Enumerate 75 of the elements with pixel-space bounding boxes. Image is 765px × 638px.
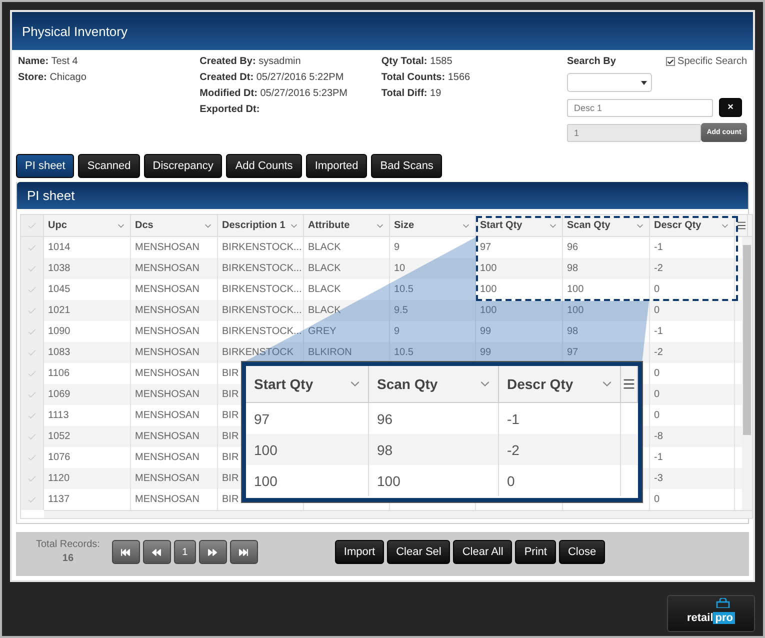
- check-icon[interactable]: [27, 348, 37, 358]
- action-button[interactable]: Print: [515, 540, 556, 564]
- column-header[interactable]: Start Qty: [476, 215, 563, 236]
- info-field: Store: Chicago: [18, 72, 200, 83]
- table-cell: 100: [246, 465, 369, 496]
- info-field: Total Counts: 1566: [381, 72, 564, 83]
- action-button[interactable]: Clear Sel: [387, 540, 450, 564]
- column-menu[interactable]: [735, 215, 748, 236]
- window-title: Physical Inventory: [12, 12, 753, 50]
- tab[interactable]: Imported: [306, 154, 368, 178]
- total-records-value: 16: [62, 552, 74, 566]
- table-cell: 100: [369, 465, 499, 496]
- bag-icon: [716, 598, 730, 608]
- info-field: Name: Test 4: [18, 56, 200, 67]
- checkmark-icon[interactable]: [666, 58, 674, 66]
- previous-page-button[interactable]: [142, 540, 171, 564]
- first-page-button[interactable]: [112, 540, 140, 564]
- check-icon[interactable]: [27, 494, 37, 504]
- panel-title: PI sheet: [17, 182, 748, 209]
- next-page-button[interactable]: [198, 540, 227, 564]
- menu-icon[interactable]: [622, 377, 636, 391]
- logo[interactable]: retail pro: [667, 595, 755, 632]
- tab[interactable]: Add Counts: [226, 154, 302, 178]
- info-field: Total Diff: 19: [381, 88, 564, 99]
- check-icon[interactable]: [27, 306, 37, 316]
- total-records-label: Total Records:: [36, 538, 100, 552]
- info-field: Created Dt: 05/27/2016 5:22PM: [200, 72, 382, 83]
- search-field[interactable]: Desc 1: [567, 98, 714, 116]
- last-page-button[interactable]: [230, 540, 258, 564]
- check-icon[interactable]: [27, 264, 37, 274]
- menu-icon[interactable]: [736, 220, 746, 231]
- search-by-label: Search By: [567, 56, 616, 67]
- action-button[interactable]: Import: [334, 540, 384, 564]
- check-icon[interactable]: [27, 326, 37, 336]
- check-icon[interactable]: [27, 474, 37, 484]
- check-icon[interactable]: [27, 220, 37, 230]
- tab[interactable]: Scanned: [78, 154, 140, 178]
- horizontal-scrollbar[interactable]: [44, 510, 752, 518]
- action-button[interactable]: Close: [558, 540, 606, 564]
- page-number-button[interactable]: 1: [174, 540, 196, 564]
- check-icon[interactable]: [27, 368, 37, 378]
- info-field: Modified Dt: 05/27/2016 5:23PM: [200, 88, 382, 99]
- column-header[interactable]: Attribute: [304, 215, 390, 236]
- check-icon[interactable]: [27, 242, 37, 252]
- check-icon[interactable]: [27, 410, 37, 420]
- caret-icon[interactable]: [641, 80, 648, 84]
- column-header[interactable]: Descr Qty: [650, 215, 735, 236]
- column-header[interactable]: Size: [390, 215, 476, 236]
- tab[interactable]: Bad Scans: [371, 154, 442, 178]
- fast-forward-icon: [208, 548, 218, 556]
- column-header[interactable]: Scan Qty: [369, 366, 499, 402]
- column-header[interactable]: Scan Qty: [563, 215, 650, 236]
- info-field: Exported Dt:: [200, 104, 382, 115]
- info-field: Qty Total: 1585: [381, 56, 564, 67]
- vertical-scrollbar[interactable]: [742, 237, 752, 510]
- tab[interactable]: PI sheet: [16, 154, 74, 178]
- action-button[interactable]: Clear All: [453, 540, 512, 564]
- check-icon[interactable]: [27, 390, 37, 400]
- column-header[interactable]: Start Qty: [246, 366, 369, 402]
- rewind-icon: [152, 548, 162, 556]
- column-header[interactable]: Description 1: [218, 215, 304, 236]
- check-icon[interactable]: [27, 284, 37, 294]
- skip-forward-icon: [239, 548, 248, 556]
- check-icon[interactable]: [27, 452, 37, 462]
- tab[interactable]: Discrepancy: [144, 154, 222, 178]
- column-header[interactable]: Descr Qty: [499, 366, 621, 402]
- clear-button[interactable]: ×: [719, 98, 742, 117]
- table-cell: 0: [499, 465, 621, 496]
- info-field: Created By: sysadmin: [200, 56, 382, 67]
- skip-back-icon: [121, 548, 130, 556]
- specific-search-checkbox[interactable]: Specific Search: [666, 56, 748, 67]
- column-header[interactable]: Upc: [44, 215, 131, 236]
- check-icon[interactable]: [27, 432, 37, 442]
- column-header[interactable]: Dcs: [131, 215, 218, 236]
- count-field[interactable]: 1: [567, 124, 702, 142]
